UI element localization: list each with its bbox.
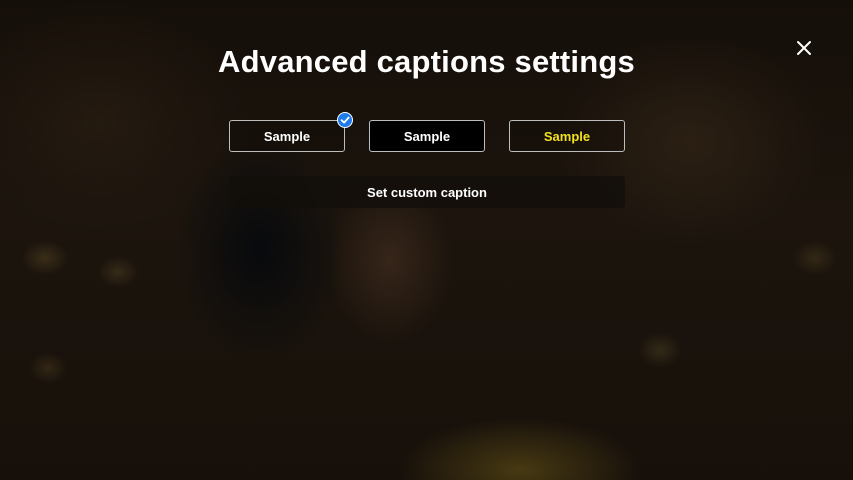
- caption-style-option-3[interactable]: Sample: [509, 120, 625, 152]
- caption-style-label: Sample: [263, 128, 311, 144]
- caption-style-label: Sample: [403, 128, 451, 144]
- set-custom-caption-label: Set custom caption: [367, 184, 487, 200]
- dialog-title: Advanced captions settings: [218, 44, 635, 79]
- checkmark-icon: [340, 116, 350, 124]
- caption-style-option-1[interactable]: Sample: [229, 120, 345, 152]
- selected-check-badge: [337, 112, 353, 128]
- caption-style-option-2[interactable]: Sample: [369, 120, 485, 152]
- caption-style-label: Sample: [543, 128, 591, 144]
- set-custom-caption-button[interactable]: Set custom caption: [229, 176, 625, 208]
- captions-settings-screen: Advanced captions settings Sample Sample…: [0, 0, 853, 480]
